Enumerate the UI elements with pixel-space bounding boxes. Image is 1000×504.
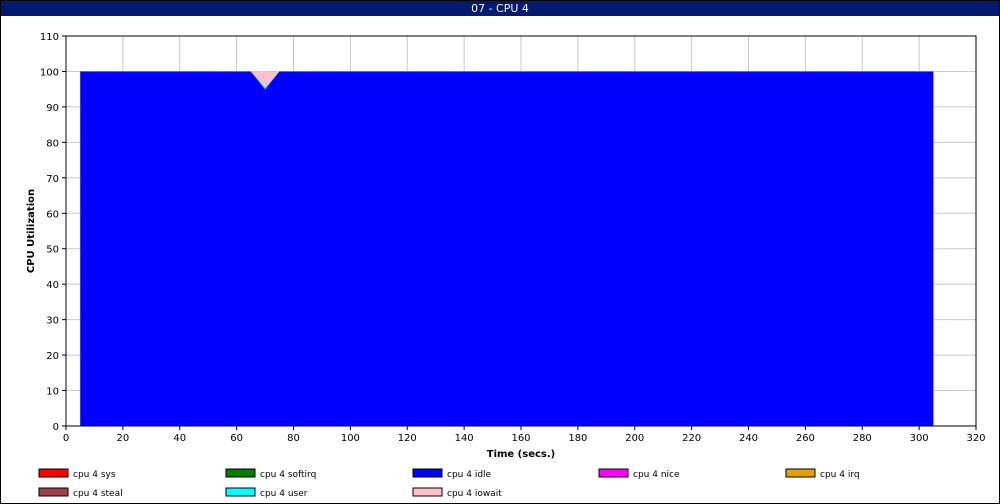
legend-label: cpu 4 sys — [73, 470, 116, 480]
x-tick-label: 320 — [966, 433, 985, 444]
x-tick-label: 140 — [455, 433, 474, 444]
y-tick-label: 80 — [46, 138, 59, 149]
y-axis-ticks: 0 10 20 30 40 50 60 70 80 90 100 110 — [40, 32, 66, 433]
x-axis-label: Time (secs.) — [487, 449, 556, 460]
x-tick-label: 40 — [173, 433, 186, 444]
y-tick-label: 30 — [46, 316, 59, 327]
y-tick-label: 10 — [46, 387, 59, 398]
legend-label: cpu 4 steal — [73, 489, 123, 499]
y-tick-label: 50 — [46, 245, 59, 256]
legend-label: cpu 4 softirq — [260, 470, 316, 480]
x-tick-label: 220 — [682, 433, 701, 444]
x-tick-label: 300 — [910, 433, 929, 444]
legend-label: cpu 4 user — [260, 489, 308, 499]
window-title: 07 - CPU 4 — [1, 1, 999, 16]
legend-label: cpu 4 irq — [820, 470, 860, 480]
legend-label: cpu 4 iowait — [447, 489, 502, 499]
legend-swatch — [412, 468, 443, 478]
y-tick-label: 110 — [40, 32, 59, 43]
x-tick-label: 60 — [230, 433, 243, 444]
y-tick-label: 90 — [46, 103, 59, 114]
legend-swatch — [785, 468, 816, 478]
legend-label: cpu 4 nice — [633, 470, 680, 480]
area-cpu-4-idle — [80, 71, 934, 427]
legend-swatch — [225, 487, 256, 497]
area-series — [80, 71, 934, 427]
cpu-utilization-chart: 0 10 20 30 40 50 60 70 80 90 100 110 0 20 40 60 80 100 12… — [26, 32, 986, 499]
x-tick-label: 120 — [398, 433, 417, 444]
x-tick-label: 260 — [796, 433, 815, 444]
chart-window: 07 - CPU 4 0 10 20 30 40 50 60 70 80 90 100 110 0 20… — [0, 0, 1000, 504]
x-tick-label: 280 — [853, 433, 872, 444]
x-tick-label: 80 — [287, 433, 300, 444]
x-tick-label: 240 — [739, 433, 758, 444]
x-axis-ticks: 0 20 40 60 80 100 120 140 160 180 200 220 240 260 280 3… — [63, 426, 986, 444]
x-tick-label: 180 — [568, 433, 587, 444]
legend-swatch — [38, 487, 69, 497]
y-tick-label: 70 — [46, 174, 59, 185]
y-tick-label: 100 — [40, 67, 59, 78]
y-axis-label: CPU Utilization — [26, 189, 37, 273]
y-tick-label: 0 — [53, 422, 59, 433]
legend: cpu 4 sys cpu 4 softirq cpu 4 idle cpu 4 ni… — [38, 468, 860, 499]
x-tick-label: 20 — [117, 433, 130, 444]
legend-label: cpu 4 idle — [447, 470, 492, 480]
y-tick-label: 40 — [46, 280, 59, 291]
y-tick-label: 60 — [46, 209, 59, 220]
y-tick-label: 20 — [46, 351, 59, 362]
legend-swatch — [412, 487, 443, 497]
x-tick-label: 0 — [63, 433, 69, 444]
legend-swatch — [225, 468, 256, 478]
legend-swatch — [38, 468, 69, 478]
x-tick-label: 100 — [341, 433, 360, 444]
legend-swatch — [598, 468, 629, 478]
x-tick-label: 200 — [625, 433, 644, 444]
x-tick-label: 160 — [511, 433, 530, 444]
